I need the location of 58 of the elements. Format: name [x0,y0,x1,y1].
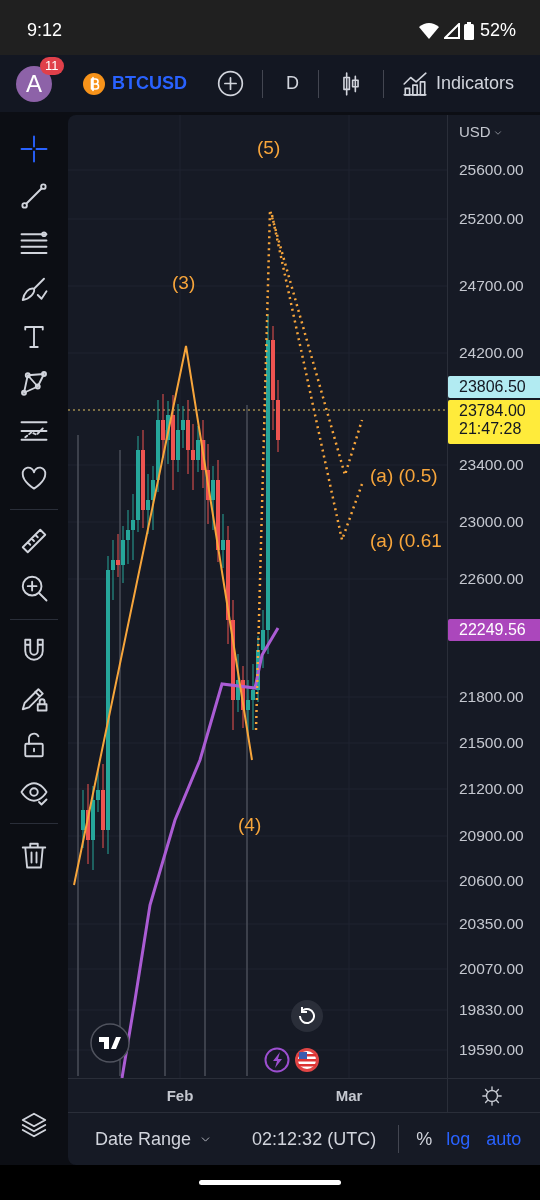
percent-button[interactable]: % [416,1128,433,1150]
price-label: 22600.00 [459,570,524,588]
chevron-down-icon [493,128,503,138]
wave-label: (a) (0.5) [370,465,438,487]
price-label: 20070.00 [459,960,524,978]
bar-chart-icon [402,70,428,97]
auto-button[interactable]: auto [486,1128,522,1150]
ruler-icon [19,526,49,556]
price-label: 21500.00 [459,734,524,752]
lightning-icon[interactable] [264,1047,290,1073]
battery-percent: 52% [479,20,516,41]
trash-icon [19,840,49,870]
price-label: 23400.00 [459,456,524,474]
price-label: 25600.00 [459,161,524,179]
currency-selector[interactable]: USD [459,123,491,141]
crosshair-icon [19,134,49,164]
log-button[interactable]: log [446,1128,471,1150]
current-price-tag: 23784.00 21:47:28 [448,400,540,444]
wave-label: (3) [172,272,196,294]
utc-clock: 02:12:32 (UTC) [252,1128,377,1150]
flag-icon[interactable] [295,1048,319,1072]
indicators-button[interactable]: Indicators [402,70,515,97]
trendline-icon [19,181,49,211]
add-symbol-button[interactable] [217,70,244,97]
plus-icon [217,70,244,97]
wave-label: (4) [238,814,262,836]
time-label: Mar [335,1087,363,1104]
moving-average-tag: 22249.56 [448,619,540,641]
layers-icon [19,1110,49,1140]
signal-icon [443,22,460,39]
date-range-button[interactable]: Date Range [95,1128,213,1150]
price-label: 19590.00 [459,1041,524,1059]
wifi-icon [417,21,440,40]
price-label: 23000.00 [459,513,524,531]
price-label: 19830.00 [459,1001,524,1019]
price-label: 20900.00 [459,827,524,845]
pattern-icon [19,369,49,399]
price-label: 24700.00 [459,277,524,295]
price-label: 20350.00 [459,915,524,933]
interval-button[interactable]: D [286,73,299,94]
symbol-button[interactable]: BTCUSD [82,71,187,96]
battery-icon [463,21,474,40]
price-label: 20600.00 [459,872,524,890]
price-label: 24200.00 [459,344,524,362]
coin-icon [82,71,106,96]
zoom-icon [19,573,49,603]
price-label: 21200.00 [459,780,524,798]
settings-icon[interactable] [481,1085,503,1107]
price-label: 21800.00 [459,688,524,706]
price-label: 25200.00 [459,210,524,228]
reset-icon[interactable] [291,1000,323,1032]
logo-icon[interactable] [90,1023,130,1063]
notification-badge: 11 [40,56,64,75]
last-price-tag: 23806.50 [448,376,540,398]
wave-label: (a) (0.61 [370,530,442,552]
wave-label: (5) [257,137,281,159]
time-label: Feb [166,1087,194,1104]
clock-time: 9:12 [27,20,63,41]
